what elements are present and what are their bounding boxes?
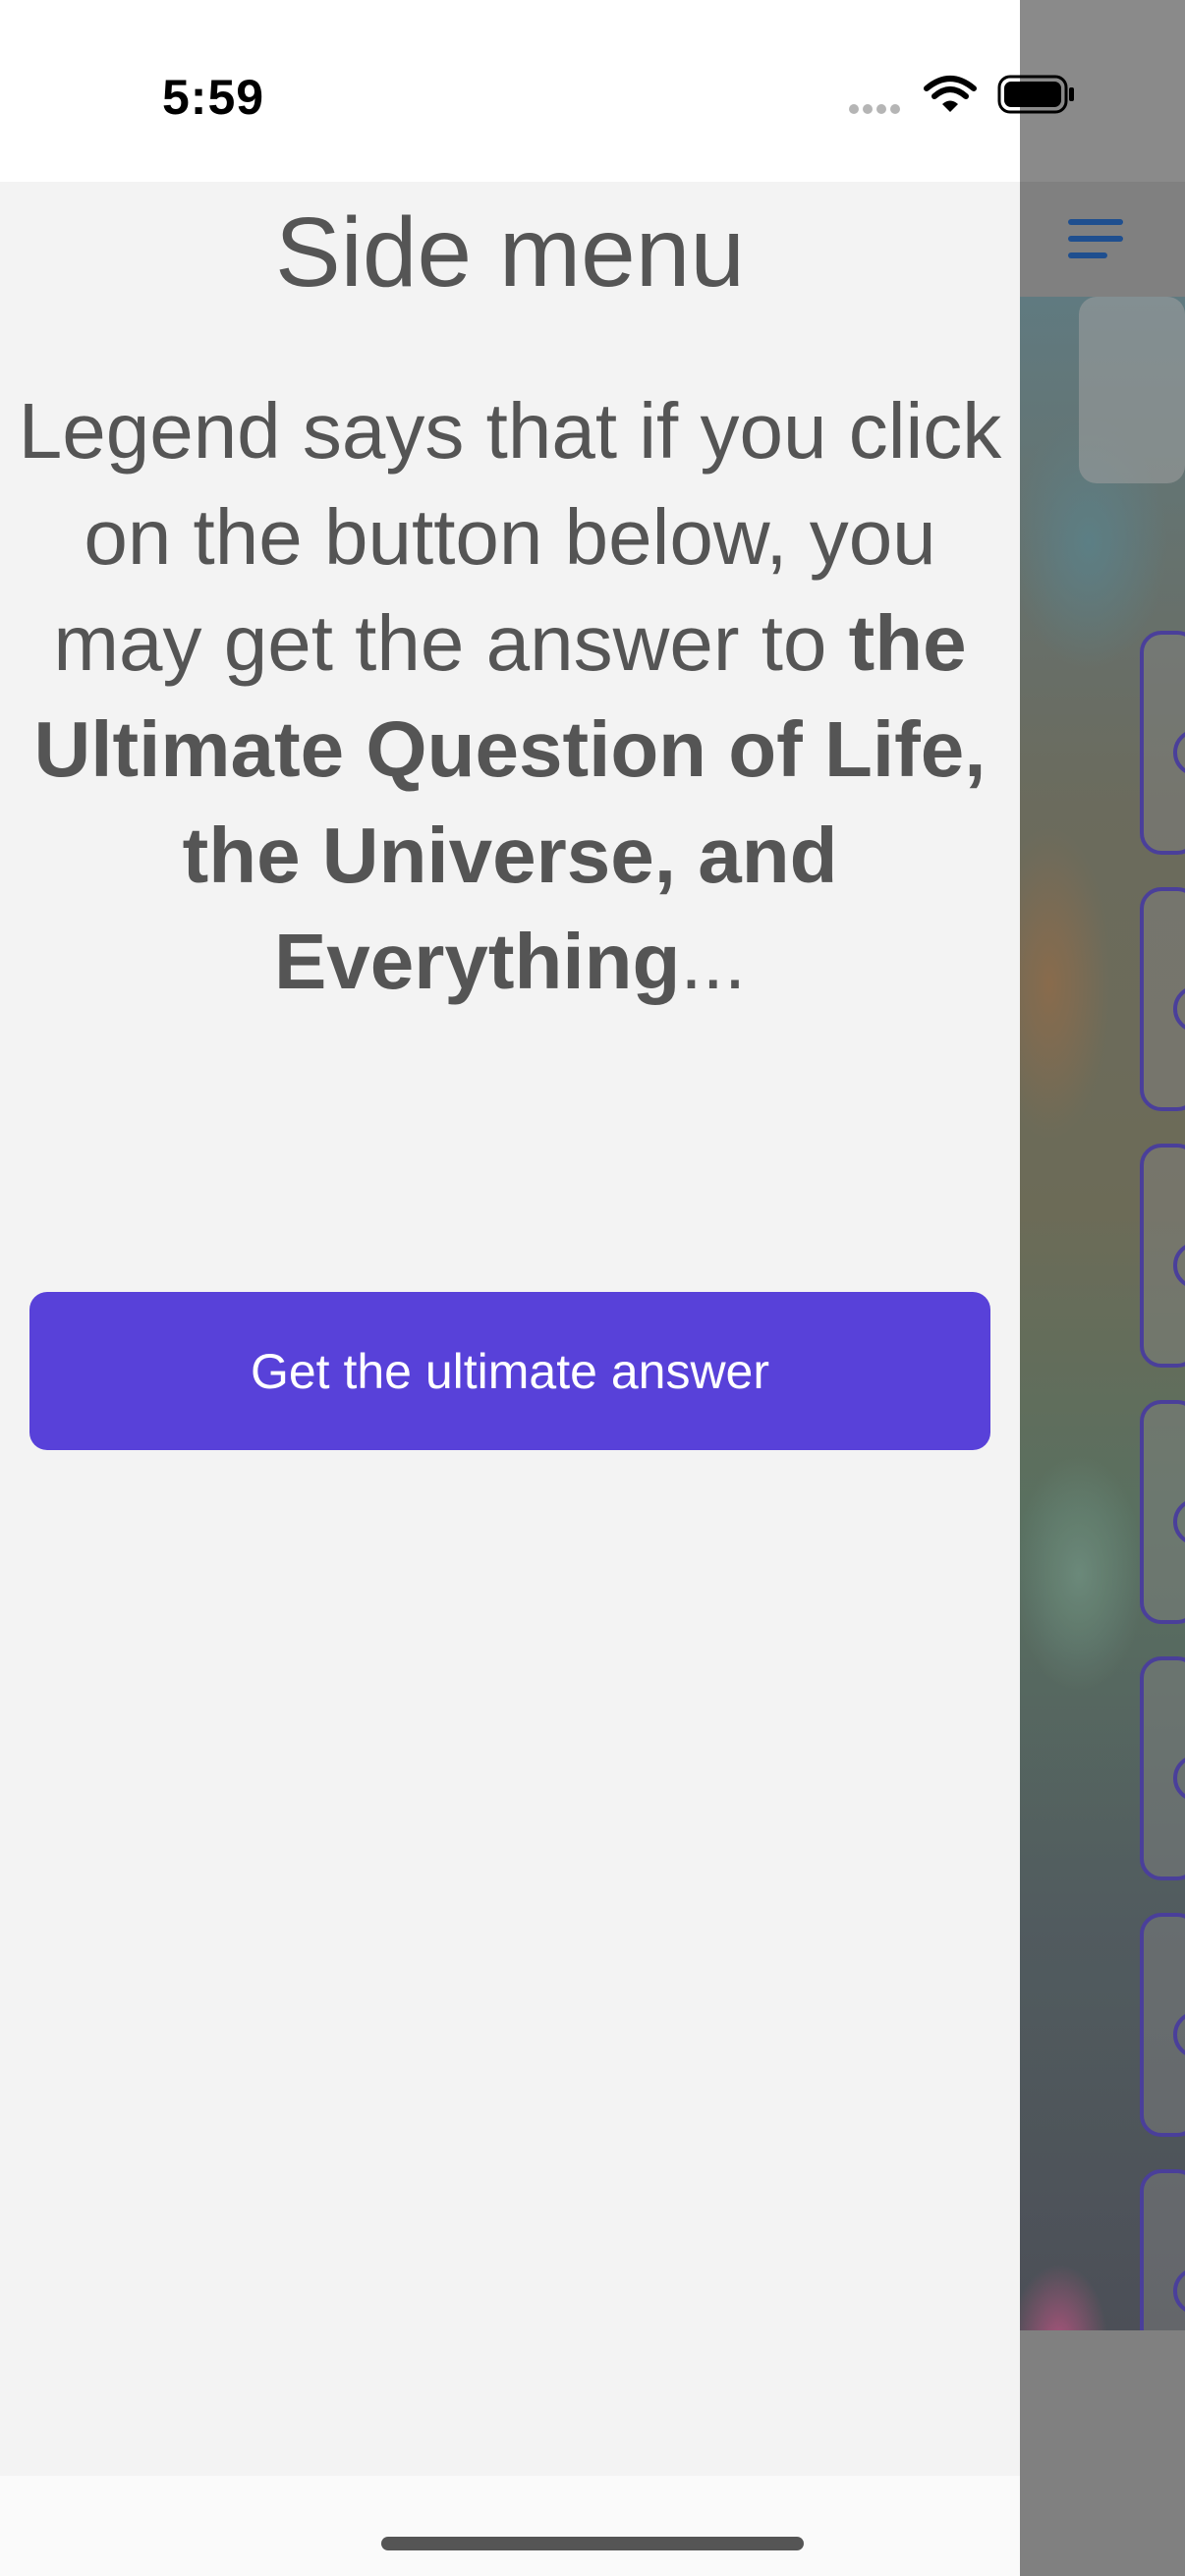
background-card[interactable] [1140,887,1185,1111]
home-indicator-area [0,2476,1020,2576]
background-panel [1079,297,1185,483]
background-bottom [1020,2330,1185,2576]
get-ultimate-answer-button[interactable]: Get the ultimate answer [29,1292,990,1450]
legend-ellipsis: ... [680,918,747,1005]
side-menu-title: Side menu [274,197,746,308]
background-app [1020,0,1185,2576]
background-card[interactable] [1140,1656,1185,1880]
battery-icon [997,73,1076,116]
background-card[interactable] [1140,1144,1185,1368]
cellular-signal-icon [849,104,908,116]
side-menu-drawer: 5:59 Side menu Legend says that if you c… [0,0,1074,2576]
background-card[interactable] [1140,631,1185,855]
hamburger-menu-icon[interactable] [1068,219,1123,258]
get-ultimate-answer-label: Get the ultimate answer [250,1343,770,1399]
home-indicator[interactable] [381,2537,804,2550]
wifi-icon [924,75,977,114]
status-time: 5:59 [162,70,265,125]
status-bar: 5:59 [0,0,1074,182]
legend-text: Legend says that if you click on the but… [10,378,1010,1015]
background-card[interactable] [1140,1400,1185,1624]
background-card[interactable] [1140,1913,1185,2137]
